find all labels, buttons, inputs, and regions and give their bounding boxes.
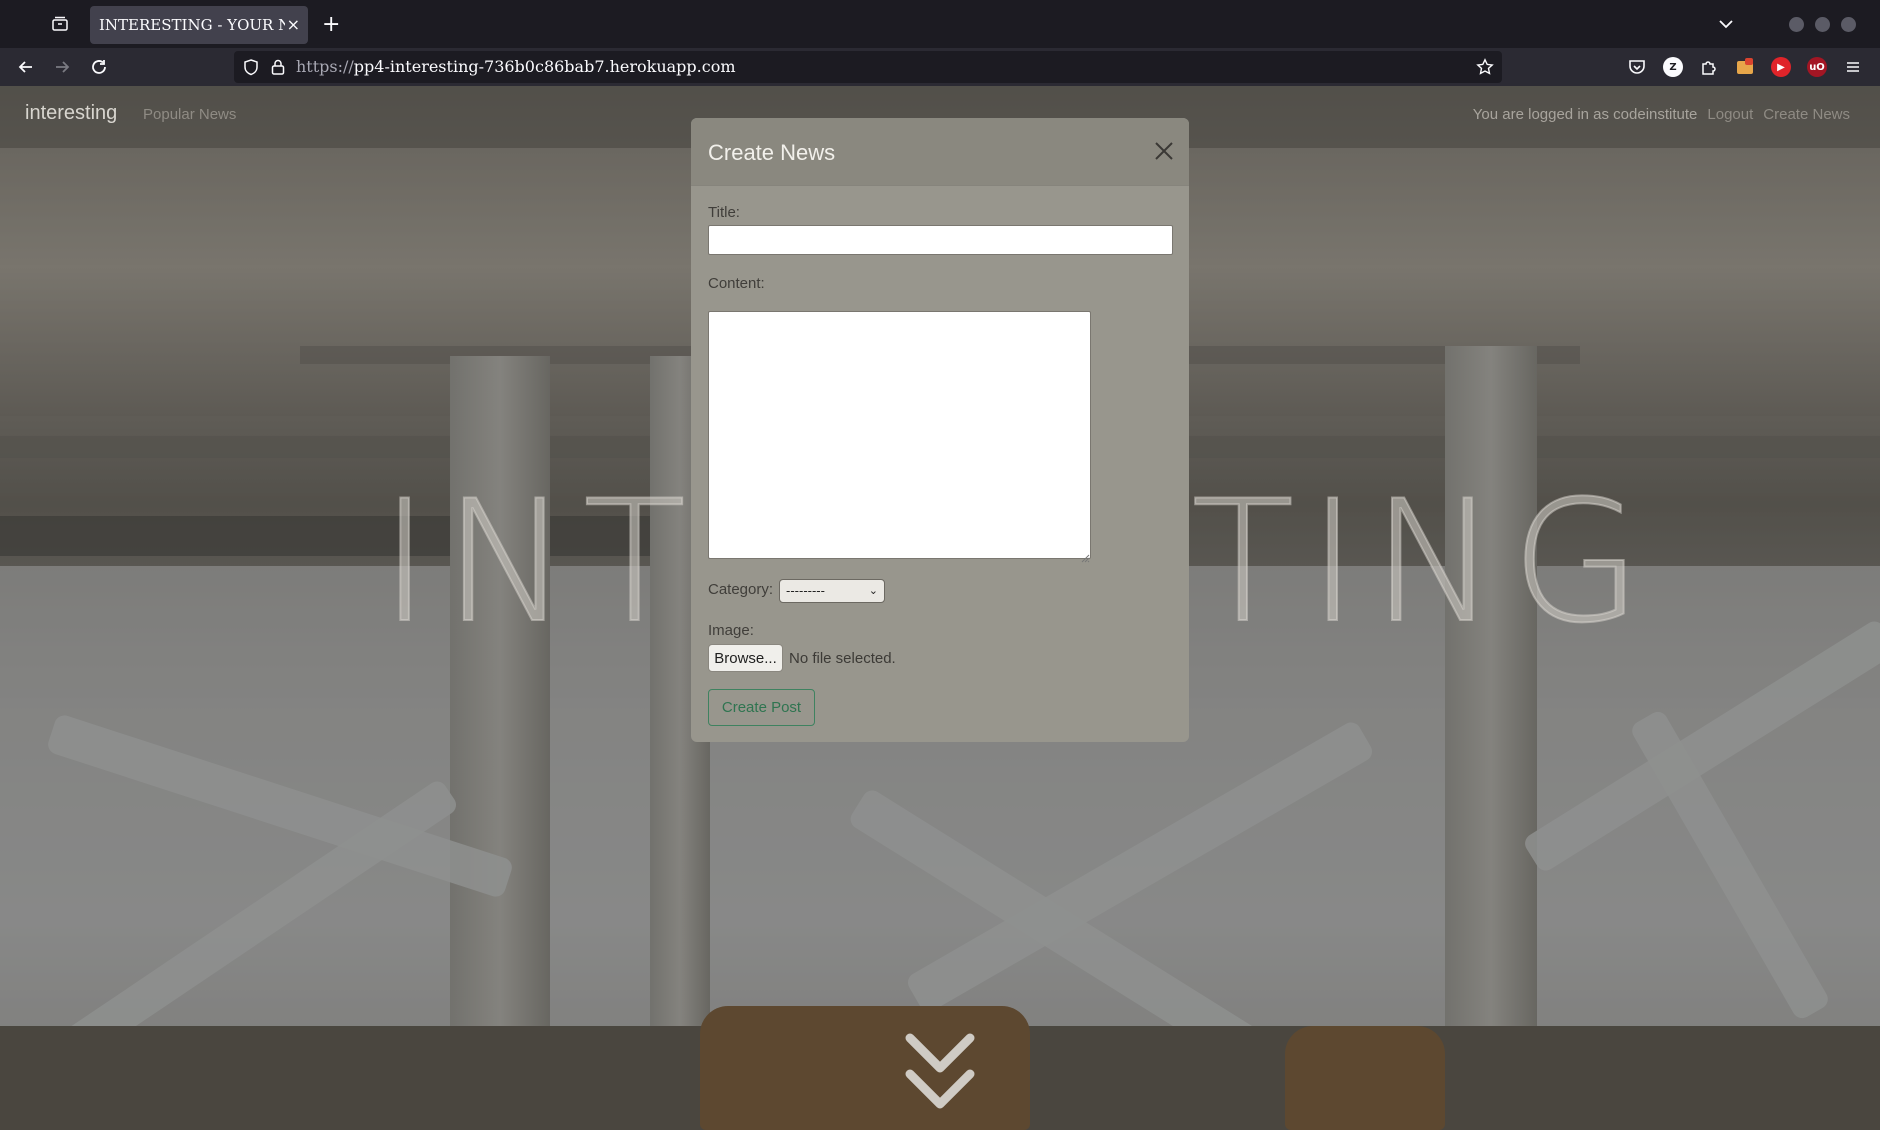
close-icon[interactable] — [1153, 140, 1175, 162]
resize-grip-icon[interactable] — [1080, 548, 1090, 563]
tab-close-icon[interactable]: × — [287, 15, 300, 34]
nav-logout[interactable]: Logout — [1707, 106, 1753, 123]
title-input[interactable] — [708, 225, 1173, 255]
back-arrow-icon[interactable] — [16, 57, 36, 77]
menu-hamburger-icon[interactable] — [1843, 57, 1863, 77]
create-news-modal: Create News Title: Content: Category: --… — [691, 118, 1189, 742]
minimize-button[interactable] — [1789, 17, 1804, 32]
file-status: No file selected. — [789, 650, 896, 667]
new-tab-button[interactable]: + — [322, 12, 340, 37]
url-scheme: https:// — [296, 57, 354, 76]
url-host: pp4-interesting-736b0c86bab7.herokuapp.c… — [353, 57, 736, 76]
reload-icon[interactable] — [89, 57, 109, 77]
ublock-extension-icon[interactable]: uO — [1807, 57, 1827, 77]
extensions-puzzle-icon[interactable] — [1699, 57, 1719, 77]
youtube-extension-icon[interactable]: ▶ — [1771, 57, 1791, 77]
content-label: Content: — [708, 275, 765, 292]
image-label: Image: — [708, 622, 754, 639]
nav-popular-news[interactable]: Popular News — [143, 106, 236, 123]
logged-in-status: You are logged in as codeinstitute — [1472, 106, 1698, 123]
title-label: Title: — [708, 204, 740, 221]
content-textarea[interactable] — [708, 311, 1091, 559]
browser-tab-bar: INTERESTING - YOUR NEWS × + — [0, 0, 1880, 48]
shield-icon[interactable] — [242, 58, 260, 76]
chevron-down-icon: ⌄ — [868, 584, 878, 597]
pocket-icon[interactable] — [1627, 57, 1647, 77]
modal-header: Create News — [691, 118, 1189, 186]
browse-file-button[interactable]: Browse... — [708, 644, 783, 672]
bookmark-star-icon[interactable] — [1476, 58, 1494, 76]
forward-arrow-icon[interactable] — [52, 57, 72, 77]
maximize-button[interactable] — [1815, 17, 1830, 32]
url-text[interactable]: https://pp4-interesting-736b0c86bab7.her… — [296, 57, 736, 76]
nav-create-news[interactable]: Create News — [1763, 106, 1850, 123]
create-post-button[interactable]: Create Post — [708, 689, 815, 726]
scroll-down-chevrons-icon[interactable] — [900, 1026, 980, 1116]
zotero-extension-icon[interactable]: Z — [1663, 57, 1683, 77]
close-window-button[interactable] — [1841, 17, 1856, 32]
category-label: Category: — [708, 581, 774, 598]
tab-title: INTERESTING - YOUR NEWS — [99, 16, 285, 34]
category-select[interactable]: --------- ⌄ — [779, 579, 885, 603]
tab-list-icon[interactable] — [50, 14, 74, 38]
modal-title: Create News — [708, 140, 836, 165]
chevron-down-icon[interactable] — [1716, 14, 1736, 34]
browser-tab[interactable]: INTERESTING - YOUR NEWS × — [90, 6, 308, 44]
lock-icon[interactable] — [270, 58, 286, 76]
category-selected-value: --------- — [786, 584, 825, 598]
ebay-extension-icon[interactable] — [1735, 57, 1755, 77]
site-brand[interactable]: interesting — [25, 102, 117, 125]
nav-right: You are logged in as codeinstitute Logou… — [1473, 106, 1850, 123]
